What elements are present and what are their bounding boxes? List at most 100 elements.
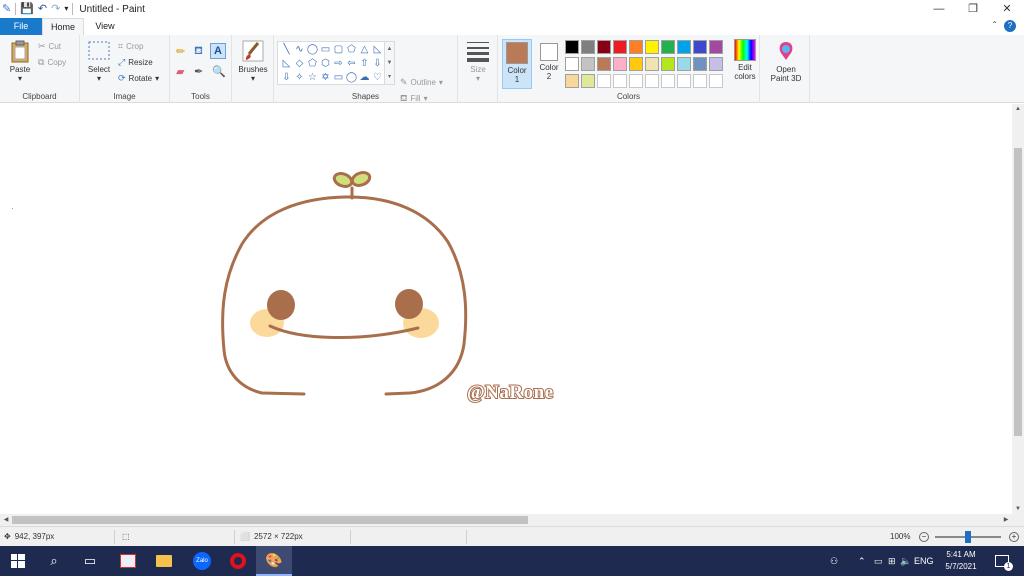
show-hidden-icons[interactable]: ⌃ xyxy=(858,546,866,576)
palette-swatch[interactable] xyxy=(629,74,643,88)
canvas-area[interactable]: @NaRone xyxy=(0,104,1012,514)
right-triangle-shape-icon[interactable]: ◺ xyxy=(280,57,293,71)
edit-colors-button[interactable]: Edit colors xyxy=(731,39,759,81)
vertical-scrollbar[interactable]: ▲ ▼ xyxy=(1012,104,1024,514)
open-paint3d-button[interactable]: Open Paint 3D xyxy=(766,39,806,83)
vertical-scroll-thumb[interactable] xyxy=(1014,148,1022,436)
right-arrow-shape-icon[interactable]: ⇨ xyxy=(332,57,345,71)
rotate-dropdown-icon[interactable]: ▾ xyxy=(155,74,159,83)
select-button[interactable]: Select ▾ xyxy=(84,39,114,83)
palette-swatch[interactable] xyxy=(581,57,595,71)
line-shape-icon[interactable]: ╲ xyxy=(280,43,293,57)
palette-swatch[interactable] xyxy=(661,74,675,88)
shapes-scroll[interactable]: ▲ ▼ ▾ xyxy=(385,41,395,85)
language-indicator[interactable]: ENG xyxy=(914,546,934,576)
oval-shape-icon[interactable]: ◯ xyxy=(306,43,319,57)
file-explorer-icon[interactable] xyxy=(146,546,182,576)
hexagon-shape-icon[interactable]: ⬡ xyxy=(319,57,332,71)
eraser-icon[interactable]: ▰ xyxy=(176,65,184,78)
palette-swatch[interactable] xyxy=(709,40,723,54)
size-dropdown-icon[interactable]: ▾ xyxy=(464,74,492,83)
palette-swatch[interactable] xyxy=(677,40,691,54)
text-tool-icon[interactable]: A xyxy=(210,43,226,59)
horizontal-scroll-thumb[interactable] xyxy=(12,516,528,524)
four-point-star-shape-icon[interactable]: ✧ xyxy=(293,71,306,85)
paste-dropdown-icon[interactable]: ▾ xyxy=(6,74,34,83)
paint-app-icon[interactable]: ✎ xyxy=(2,2,11,16)
size-button[interactable]: Size ▾ xyxy=(464,39,492,83)
palette-swatch[interactable] xyxy=(693,57,707,71)
brushes-dropdown-icon[interactable]: ▾ xyxy=(236,74,270,83)
fill-dropdown-icon[interactable]: ▾ xyxy=(424,94,428,103)
rounded-rectangle-shape-icon[interactable]: ▢ xyxy=(332,43,345,57)
cut-button[interactable]: ✂ Cut xyxy=(38,41,61,51)
color1-button[interactable]: Color 1 xyxy=(502,39,532,89)
scroll-left-icon[interactable]: ◀ xyxy=(0,514,12,526)
six-point-star-shape-icon[interactable]: ✡ xyxy=(319,71,332,85)
horizontal-scrollbar[interactable]: ◀ ▶ xyxy=(0,514,1012,526)
palette-swatch[interactable] xyxy=(661,40,675,54)
palette-swatch[interactable] xyxy=(581,74,595,88)
callout-cloud-shape-icon[interactable]: ☁ xyxy=(358,71,371,85)
five-point-star-shape-icon[interactable]: ☆ xyxy=(306,71,319,85)
outline-dropdown-icon[interactable]: ▾ xyxy=(439,78,443,87)
restore-button[interactable]: ❐ xyxy=(956,0,990,18)
customize-qat-icon[interactable]: ▾ xyxy=(64,2,68,16)
people-icon[interactable]: ⚇ xyxy=(830,546,838,576)
palette-swatch[interactable] xyxy=(613,74,627,88)
save-icon[interactable]: 💾 xyxy=(20,2,34,16)
palette-swatch[interactable] xyxy=(645,40,659,54)
help-icon[interactable]: ? xyxy=(1004,20,1016,32)
palette-swatch[interactable] xyxy=(565,40,579,54)
left-arrow-shape-icon[interactable]: ⇦ xyxy=(345,57,358,71)
tab-view[interactable]: View xyxy=(84,18,126,35)
palette-swatch[interactable] xyxy=(565,57,579,71)
zalo-icon[interactable]: Zalo xyxy=(184,546,220,576)
scroll-down-icon[interactable]: ▼ xyxy=(1012,504,1024,514)
select-dropdown-icon[interactable]: ▾ xyxy=(84,74,114,83)
photos-icon[interactable] xyxy=(110,546,146,576)
polygon-shape-icon[interactable]: ⬠ xyxy=(345,43,358,57)
rectangle-shape-icon[interactable]: ▭ xyxy=(319,43,332,57)
palette-swatch[interactable] xyxy=(565,74,579,88)
fill-button[interactable]: ⛾ Fill ▾ xyxy=(400,93,428,103)
start-icon[interactable] xyxy=(0,546,36,576)
pentagon-shape-icon[interactable]: ⬠ xyxy=(306,57,319,71)
palette-swatch[interactable] xyxy=(709,74,723,88)
palette-swatch[interactable] xyxy=(597,40,611,54)
zoom-out-button[interactable]: − xyxy=(919,532,929,542)
callout-oval-shape-icon[interactable]: ◯ xyxy=(345,71,358,85)
palette-swatch[interactable] xyxy=(661,57,675,71)
collapse-ribbon-icon[interactable]: ⌃ xyxy=(991,20,998,29)
palette-swatch[interactable] xyxy=(677,57,691,71)
color-picker-icon[interactable]: ✒ xyxy=(194,65,203,78)
right-triangle-shape-icon[interactable]: ◺ xyxy=(371,43,384,57)
up-arrow-shape-icon[interactable]: ⇧ xyxy=(358,57,371,71)
minimize-button[interactable]: — xyxy=(922,0,956,18)
palette-swatch[interactable] xyxy=(629,57,643,71)
triangle-shape-icon[interactable]: △ xyxy=(358,43,371,57)
color2-button[interactable]: Color 2 xyxy=(536,39,562,89)
notification-center-icon[interactable]: 1 xyxy=(992,546,1013,576)
task-view-icon[interactable]: ▭ xyxy=(72,546,108,576)
scroll-up-icon[interactable]: ▲ xyxy=(1012,104,1024,114)
down-arrow-shape-icon[interactable]: ⇩ xyxy=(371,57,384,71)
close-button[interactable]: ✕ xyxy=(990,0,1024,18)
clock[interactable]: 5:41 AM 5/7/2021 xyxy=(938,549,984,573)
volume-icon[interactable]: 🔈 xyxy=(900,546,911,576)
crop-button[interactable]: ⌗ Crop xyxy=(118,41,143,51)
resize-button[interactable]: ⤢ Resize xyxy=(118,57,153,67)
brushes-button[interactable]: Brushes ▾ xyxy=(236,39,270,83)
rotate-button[interactable]: ⟳ Rotate ▾ xyxy=(118,73,159,83)
diamond-shape-icon[interactable]: ◇ xyxy=(293,57,306,71)
opera-icon[interactable] xyxy=(220,546,256,576)
zoom-in-button[interactable]: + xyxy=(1009,532,1019,542)
fill-bucket-icon[interactable]: ⛾ xyxy=(194,45,203,59)
palette-swatch[interactable] xyxy=(629,40,643,54)
paint-icon[interactable]: 🎨 xyxy=(256,546,292,576)
curve-shape-icon[interactable]: ∿ xyxy=(293,43,306,57)
search-icon[interactable]: ⌕ xyxy=(36,546,72,576)
palette-swatch[interactable] xyxy=(597,57,611,71)
tab-file[interactable]: File xyxy=(0,18,42,35)
palette-swatch[interactable] xyxy=(613,57,627,71)
